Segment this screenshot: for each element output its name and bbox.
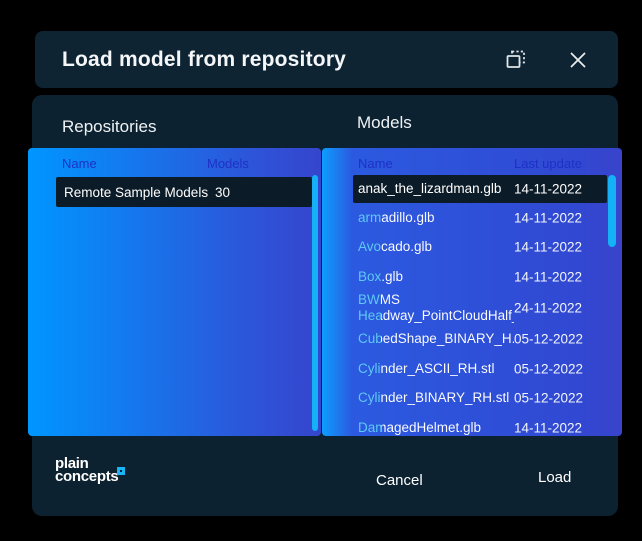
model-last-update: 14-11-2022 [514, 182, 582, 197]
model-row[interactable]: BWMS Headway_PointCloudHalf_... 24-11-20… [322, 292, 622, 325]
cancel-button[interactable]: Cancel [366, 466, 433, 495]
logo-line2-text: concepts [55, 468, 118, 485]
models-column-name: Name [358, 156, 393, 171]
dialog-titlebar: Load model from repository [35, 31, 618, 88]
models-heading: Models [357, 113, 412, 133]
repositories-scrollbar[interactable] [312, 175, 318, 431]
model-last-update: 05-12-2022 [514, 361, 583, 376]
load-button[interactable]: Load [528, 463, 581, 492]
model-last-update: 05-12-2022 [514, 332, 583, 347]
repositories-table-header: Name Models [28, 148, 321, 175]
plain-concepts-logo: plain concepts [55, 458, 118, 483]
model-name: Avocado.glb [358, 239, 514, 256]
model-name: DamagedHelmet.glb [358, 420, 514, 437]
repositories-table: Name Models Remote Sample Models 30 [28, 148, 321, 436]
repository-row[interactable]: Remote Sample Models 30 [56, 177, 312, 207]
models-column-last-update: Last update [514, 156, 582, 171]
model-row[interactable]: Cylinder_ASCII_RH.stl 05-12-2022 [322, 354, 622, 384]
repository-name: Remote Sample Models [56, 185, 208, 200]
model-row[interactable]: anak_the_lizardman.glb 14-11-2022 [353, 175, 607, 203]
logo-square-icon [117, 467, 125, 475]
repositories-heading: Repositories [62, 117, 157, 137]
model-name: CubedShape_BINARY_H.stl [358, 331, 514, 348]
model-last-update: 14-11-2022 [514, 240, 582, 255]
models-scrollbar[interactable] [608, 175, 616, 247]
repositories-column-models: Models [207, 156, 249, 171]
model-row[interactable]: DamagedHelmet.glb 14-11-2022 [322, 413, 622, 436]
model-row[interactable]: armadillo.glb 14-11-2022 [322, 203, 622, 233]
model-last-update: 14-11-2022 [514, 269, 582, 284]
restore-window-icon [504, 60, 528, 75]
model-name: Cylinder_ASCII_RH.stl [358, 361, 514, 378]
model-name: BWMS Headway_PointCloudHalf_... [358, 292, 514, 325]
models-table-header: Name Last update [322, 148, 622, 175]
model-row[interactable]: Cylinder_BINARY_RH.stl 05-12-2022 [322, 384, 622, 414]
repositories-column-name: Name [62, 156, 97, 171]
dialog-title: Load model from repository [62, 48, 346, 72]
model-row[interactable]: Avocado.glb 14-11-2022 [322, 233, 622, 263]
model-last-update: 05-12-2022 [514, 391, 583, 406]
model-last-update: 14-11-2022 [514, 210, 582, 225]
model-last-update: 14-11-2022 [514, 420, 582, 435]
restore-window-button[interactable] [504, 48, 528, 72]
repository-model-count: 30 [215, 185, 230, 200]
model-last-update: 24-11-2022 [514, 301, 582, 316]
model-name: armadillo.glb [358, 210, 514, 227]
model-name: Box.glb [358, 269, 514, 286]
model-row[interactable]: CubedShape_BINARY_H.stl 05-12-2022 [322, 325, 622, 355]
close-button[interactable] [568, 50, 588, 70]
model-name: anak_the_lizardman.glb [358, 181, 514, 198]
model-row[interactable]: Box.glb 14-11-2022 [322, 262, 622, 292]
models-table: Name Last update anak_the_lizardman.glb … [322, 148, 622, 436]
model-name: Cylinder_BINARY_RH.stl [358, 390, 514, 407]
models-list: anak_the_lizardman.glb 14-11-2022 armadi… [322, 175, 622, 436]
close-icon [568, 58, 588, 73]
